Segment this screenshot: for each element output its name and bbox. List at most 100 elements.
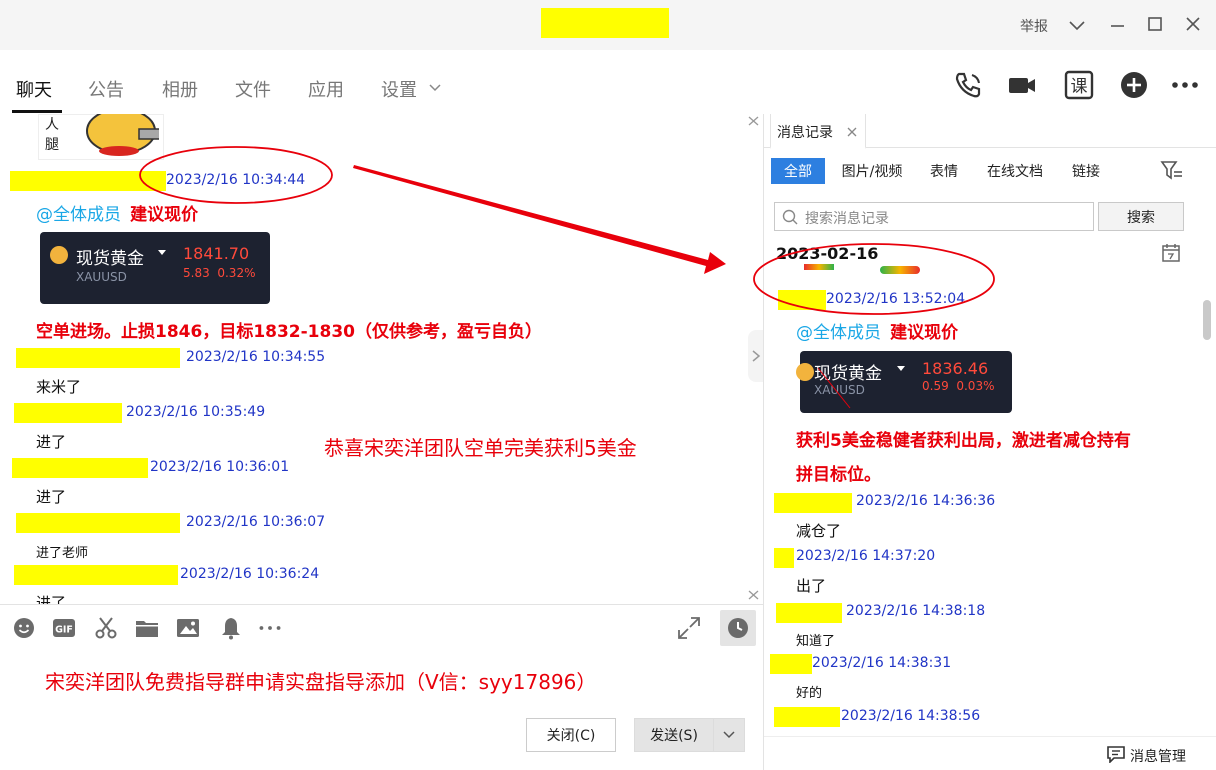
phone-icon[interactable]	[952, 69, 984, 101]
history-scrollbar[interactable]	[1203, 300, 1211, 340]
collapse-icon[interactable]	[746, 114, 762, 128]
message-timestamp: 2023/2/16 10:34:55	[186, 349, 326, 365]
send-button[interactable]: 发送(S)	[634, 718, 714, 752]
gif-icon[interactable]: GIF	[52, 616, 76, 640]
chevron-down-icon[interactable]	[1068, 16, 1086, 34]
message-timestamp: 2023/2/16 10:34:44	[166, 172, 306, 188]
close-icon[interactable]	[1184, 15, 1202, 33]
image-icon[interactable]	[176, 616, 200, 640]
gold-coin-icon	[50, 246, 68, 264]
sticker-image[interactable]: 人腿	[38, 114, 164, 160]
gold-coin-icon	[796, 363, 814, 381]
video-call-icon[interactable]	[1006, 69, 1038, 101]
maximize-icon[interactable]	[1146, 15, 1164, 33]
quote-card[interactable]: 现货黄金 XAUUSD 1841.70 5.83 0.32%	[40, 232, 270, 304]
profit-text-line2: 拼目标位。	[796, 465, 881, 485]
search-icon	[782, 209, 798, 225]
sender-name-masked	[776, 603, 842, 623]
message-manage-button[interactable]: 消息管理	[1130, 746, 1186, 766]
history-message-text: 好的	[796, 686, 823, 701]
filter-all[interactable]: 全部	[771, 158, 825, 184]
message-timestamp: 2023/2/16 10:36:24	[180, 566, 320, 582]
history-message-text: 知道了	[796, 634, 836, 649]
tab-files[interactable]: 文件	[235, 76, 271, 102]
cropped-sticker	[800, 264, 930, 278]
screenshot-scissors-icon[interactable]	[94, 616, 118, 640]
folder-icon[interactable]	[135, 616, 159, 640]
report-button[interactable]: 举报	[1020, 16, 1048, 36]
mention-all[interactable]: @全体成员	[36, 205, 121, 225]
close-tab-icon[interactable]	[847, 127, 857, 137]
close-button[interactable]: 关闭(C)	[526, 718, 616, 752]
more-tools-icon[interactable]	[258, 616, 282, 640]
sender-name-masked	[16, 513, 180, 533]
history-timestamp: 2023/2/16 13:52:04	[826, 291, 966, 307]
chat-messages[interactable]: 人腿 2023/2/16 10:34:44 @全体成员 建议现价 现货黄金 XA…	[0, 114, 764, 604]
emoji-icon[interactable]	[12, 616, 36, 640]
history-toggle-button[interactable]	[720, 610, 756, 646]
message-text: 进了	[36, 488, 67, 506]
history-date: 2023-02-16	[776, 244, 879, 263]
window-title-masked	[541, 8, 669, 38]
dropdown-arrow-icon	[158, 250, 166, 255]
sticker-illustration	[86, 114, 159, 156]
input-divider	[0, 604, 764, 605]
congrats-annotation: 恭喜宋奕洋团队空单完美获利5美金	[324, 436, 637, 460]
profit-text-line1: 获利5美金稳健者获利出局，激进者减仓持有	[796, 431, 1131, 451]
tab-apps[interactable]: 应用	[308, 76, 344, 102]
history-timestamp: 2023/2/16 14:38:56	[841, 708, 981, 724]
sender-name-masked	[774, 548, 794, 568]
svg-text:课: 课	[1071, 77, 1088, 97]
history-timestamp: 2023/2/16 14:37:20	[796, 548, 936, 564]
calendar-icon[interactable]	[1161, 243, 1181, 263]
filter-links[interactable]: 链接	[1066, 158, 1106, 184]
dropdown-arrow-icon	[897, 366, 905, 371]
svg-text:GIF: GIF	[55, 625, 73, 636]
history-message-text: 减仓了	[796, 522, 842, 540]
message-manage-icon[interactable]	[1106, 745, 1126, 763]
sender-name-masked	[774, 707, 840, 727]
send-options-button[interactable]	[713, 718, 745, 752]
message-timestamp: 2023/2/16 10:36:01	[150, 459, 290, 475]
search-button[interactable]: 搜索	[1098, 202, 1184, 231]
search-input[interactable]: 搜索消息记录	[774, 202, 1094, 231]
tab-chat[interactable]: 聊天	[16, 76, 52, 102]
message-text: 进了	[36, 594, 67, 604]
filter-media[interactable]: 图片/视频	[834, 158, 910, 184]
history-quote-card[interactable]: 现货黄金 XAUUSD 1836.46 0.59 0.03%	[796, 351, 1012, 413]
sender-name-masked	[14, 565, 178, 585]
expand-icon[interactable]	[746, 588, 762, 602]
message-input[interactable]: 宋奕洋团队免费指导群申请实盘指导添加（V信：syy17896）	[45, 666, 596, 695]
message-text: @全体成员 建议现价	[36, 205, 199, 225]
mention-all[interactable]: @全体成员	[796, 323, 881, 343]
sender-name-masked	[770, 654, 812, 674]
filter-icon[interactable]	[1160, 160, 1184, 182]
active-tab-indicator	[12, 110, 62, 113]
minimize-icon[interactable]	[1108, 16, 1126, 34]
filter-emoji[interactable]: 表情	[922, 158, 966, 184]
message-text: 来米了	[36, 378, 82, 396]
message-timestamp: 2023/2/16 10:35:49	[126, 404, 266, 420]
message-text: 进了老师	[36, 546, 89, 561]
bell-icon[interactable]	[219, 616, 243, 640]
expand-input-icon[interactable]	[677, 616, 701, 640]
history-timestamp: 2023/2/16 14:36:36	[856, 493, 996, 509]
add-icon[interactable]	[1118, 69, 1150, 101]
history-tab[interactable]: 消息记录	[770, 114, 866, 149]
more-icon[interactable]	[1170, 69, 1202, 101]
sender-name-masked	[14, 403, 122, 423]
tab-settings[interactable]: 设置	[381, 76, 417, 102]
sender-name-masked	[12, 458, 148, 478]
sender-name-masked	[16, 348, 180, 368]
history-message-text: @全体成员 建议现价	[796, 323, 959, 343]
history-message-text: 出了	[796, 577, 827, 595]
tab-announcement[interactable]: 公告	[88, 76, 124, 102]
course-icon[interactable]: 课	[1063, 69, 1095, 101]
panel-toggle-handle[interactable]	[748, 330, 764, 382]
tab-album[interactable]: 相册	[162, 76, 198, 102]
filter-online-docs[interactable]: 在线文档	[980, 158, 1050, 184]
history-timestamp: 2023/2/16 14:38:18	[846, 603, 986, 619]
settings-chevron-icon[interactable]	[428, 82, 442, 94]
clock-icon	[728, 618, 748, 638]
chevron-down-icon	[723, 731, 735, 739]
